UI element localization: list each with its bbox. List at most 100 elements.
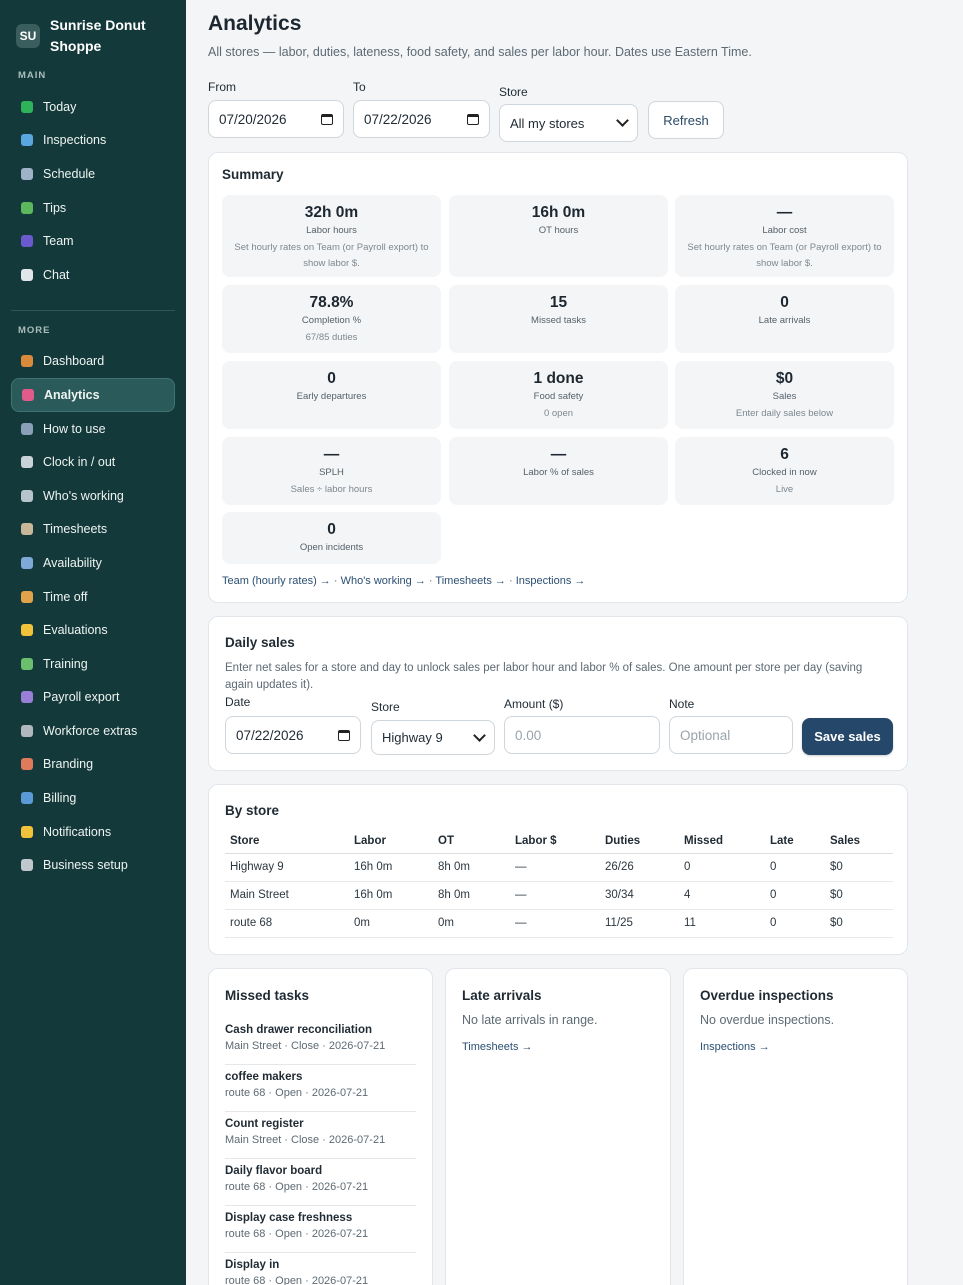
beach-icon bbox=[21, 590, 33, 603]
stat-subtext: 67/85 duties bbox=[305, 332, 358, 343]
table-cell: 0m bbox=[433, 909, 510, 938]
table-cell: 30/34 bbox=[600, 881, 679, 910]
sidebar-item-business-setup[interactable]: Business setup bbox=[11, 848, 175, 882]
sidebar: SU Sunrise Donut Shoppe MAIN Today Inspec… bbox=[0, 0, 186, 1285]
inspections-link[interactable]: Inspections → bbox=[700, 1041, 770, 1053]
stat-tile-clocked-in-now: 6 Clocked in now Live bbox=[675, 437, 894, 505]
sales-date-input[interactable]: 07/22/2026 bbox=[225, 716, 361, 754]
missed-tasks-title: Missed tasks bbox=[225, 988, 310, 1003]
to-date-value: 07/22/2026 bbox=[364, 111, 432, 127]
summary-link-team-hourly-rates[interactable]: Team (hourly rates) → bbox=[222, 575, 331, 587]
note-input[interactable]: Optional bbox=[669, 716, 793, 754]
sidebar-item-chat[interactable]: Chat bbox=[11, 258, 175, 292]
brand-name: Sunrise Donut Shoppe bbox=[50, 17, 146, 54]
sidebar-item-billing[interactable]: Billing bbox=[11, 781, 175, 815]
table-cell: — bbox=[510, 853, 600, 882]
sidebar-item-who-s-working[interactable]: Who's working bbox=[11, 479, 175, 513]
timesheets-link[interactable]: Timesheets → bbox=[462, 1041, 533, 1053]
from-date-value: 07/20/2026 bbox=[219, 111, 287, 127]
link-separator: · bbox=[425, 575, 436, 587]
sidebar-item-label: Notifications bbox=[43, 824, 112, 839]
refresh-button[interactable]: Refresh bbox=[648, 101, 724, 139]
amount-label: Amount ($) bbox=[504, 697, 564, 711]
column-header-duties: Duties bbox=[600, 829, 679, 854]
stat-label: Completion % bbox=[301, 315, 362, 326]
calendar-icon[interactable] bbox=[467, 113, 479, 125]
task-name: Cash drawer reconciliation bbox=[225, 1024, 372, 1036]
table-cell: 0 bbox=[765, 881, 825, 910]
sidebar-item-analytics[interactable]: Analytics bbox=[11, 378, 175, 412]
bell-icon bbox=[21, 825, 33, 838]
table-cell: 0 bbox=[765, 909, 825, 938]
sidebar-item-dashboard[interactable]: Dashboard bbox=[11, 345, 175, 379]
table-cell: 8h 0m bbox=[433, 881, 510, 910]
sidebar-item-label: Payroll export bbox=[43, 690, 120, 705]
from-date-input[interactable]: 07/20/2026 bbox=[208, 100, 344, 138]
sidebar-item-notifications[interactable]: Notifications bbox=[11, 815, 175, 849]
summary-link-who-s-working[interactable]: Who's working → bbox=[341, 575, 426, 587]
save-sales-button[interactable]: Save sales bbox=[802, 718, 893, 755]
sales-store-label: Store bbox=[371, 700, 400, 714]
sales-store-select[interactable]: Highway 9 bbox=[371, 720, 495, 755]
sidebar-divider bbox=[11, 309, 175, 311]
sidebar-item-label: Today bbox=[43, 99, 77, 114]
table-row: route 68 0m 0m —11/25 11 0 $0 bbox=[225, 909, 893, 938]
calendar-icon[interactable] bbox=[338, 729, 350, 741]
stat-tile-missed-tasks: 15 Missed tasks bbox=[449, 285, 668, 353]
task-meta: Main Street · Close · 2026-07-21 bbox=[225, 1134, 386, 1146]
stat-value: 6 bbox=[780, 446, 789, 463]
stat-label: Early departures bbox=[296, 391, 367, 402]
id-card-icon bbox=[21, 489, 33, 502]
sidebar-item-label: Team bbox=[43, 234, 74, 249]
table-cell: 8h 0m bbox=[433, 853, 510, 882]
floppy-icon bbox=[21, 691, 33, 704]
column-header-missed: Missed bbox=[679, 829, 765, 854]
sidebar-item-availability[interactable]: Availability bbox=[11, 546, 175, 580]
sidebar-item-training[interactable]: Training bbox=[11, 647, 175, 681]
stat-label: SPLH bbox=[319, 467, 344, 478]
stat-value: — bbox=[776, 204, 793, 221]
amount-input[interactable]: 0.00 bbox=[504, 716, 660, 754]
sidebar-item-label: Training bbox=[43, 656, 88, 671]
stat-tile-early-departures: 0 Early departures bbox=[222, 361, 441, 429]
store-select[interactable]: All my stores bbox=[499, 104, 638, 142]
books-icon bbox=[21, 657, 33, 670]
stat-subtext: Enter daily sales below bbox=[735, 408, 834, 419]
sidebar-item-schedule[interactable]: Schedule bbox=[11, 157, 175, 191]
summary-link-inspections[interactable]: Inspections → bbox=[516, 575, 586, 587]
column-header-sales: Sales bbox=[825, 829, 893, 854]
sidebar-item-timesheets[interactable]: Timesheets bbox=[11, 513, 175, 547]
stat-value: — bbox=[323, 446, 340, 463]
late-arrivals-card: Late arrivals No late arrivals in range.… bbox=[445, 968, 671, 1285]
sidebar-item-how-to-use[interactable]: How to use bbox=[11, 412, 175, 446]
link-separator: · bbox=[505, 575, 516, 587]
sidebar-item-today[interactable]: Today bbox=[11, 90, 175, 124]
sidebar-item-time-off[interactable]: Time off bbox=[11, 580, 175, 614]
list-item: Daily flavor board route 68 · Open · 2026… bbox=[225, 1159, 416, 1206]
sidebar-item-clock-in-out[interactable]: Clock in / out bbox=[11, 445, 175, 479]
sidebar-item-label: Branding bbox=[43, 757, 94, 772]
sidebar-item-payroll-export[interactable]: Payroll export bbox=[11, 681, 175, 715]
sidebar-item-tips[interactable]: Tips bbox=[11, 191, 175, 225]
sidebar-item-workforce-extras[interactable]: Workforce extras bbox=[11, 714, 175, 748]
sales-date-value: 07/22/2026 bbox=[236, 727, 304, 743]
sidebar-item-branding[interactable]: Branding bbox=[11, 748, 175, 782]
table-header-row: Store Labor OT Labor $ Duties Missed Late Sales bbox=[225, 829, 893, 854]
sidebar-item-label: Timesheets bbox=[43, 522, 108, 537]
stat-label: OT hours bbox=[538, 225, 579, 236]
stat-label: Labor cost bbox=[762, 225, 807, 236]
summary-link-timesheets[interactable]: Timesheets → bbox=[435, 575, 506, 587]
sidebar-item-team[interactable]: Team bbox=[11, 224, 175, 258]
stat-tile-food-safety: 1 done Food safety 0 open bbox=[449, 361, 668, 429]
to-date-input[interactable]: 07/22/2026 bbox=[353, 100, 490, 138]
table-cell: 0 bbox=[765, 853, 825, 882]
calendar-icon[interactable] bbox=[321, 113, 333, 125]
table-cell: 4 bbox=[679, 881, 765, 910]
brand[interactable]: SU Sunrise Donut Shoppe bbox=[0, 0, 186, 60]
sidebar-item-evaluations[interactable]: Evaluations bbox=[11, 613, 175, 647]
sidebar-item-label: Tips bbox=[43, 200, 67, 215]
stat-value: 78.8% bbox=[309, 294, 354, 311]
brand-avatar: SU bbox=[16, 24, 40, 48]
sidebar-item-inspections[interactable]: Inspections bbox=[11, 124, 175, 158]
list-item: Cash drawer reconciliation Main Street · … bbox=[225, 1018, 416, 1065]
